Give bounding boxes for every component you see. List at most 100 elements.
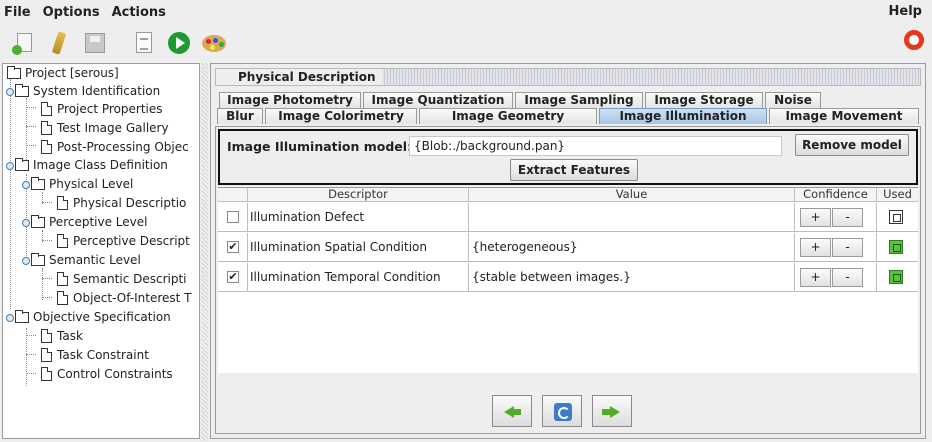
tab-image-geometry[interactable]: Image Geometry <box>419 108 597 124</box>
toolbar <box>0 24 932 62</box>
tab-image-sampling[interactable]: Image Sampling <box>515 92 643 108</box>
tree-item-physical-description[interactable]: Physical Descriptio <box>53 194 186 213</box>
tab-image-colorimetry[interactable]: Image Colorimetry <box>265 108 417 124</box>
document-icon <box>57 234 68 248</box>
row-checkbox[interactable]: ✔ <box>227 271 239 283</box>
menu-bar: File Options Actions Help <box>0 0 932 24</box>
row-checkbox[interactable]: ✔ <box>227 241 239 253</box>
tab-image-storage[interactable]: Image Storage <box>645 92 763 108</box>
confidence-plus-button[interactable]: + <box>800 238 831 257</box>
confidence-minus-button[interactable]: - <box>832 238 863 257</box>
menu-options[interactable]: Options <box>37 5 106 20</box>
row-checkbox[interactable] <box>227 211 239 223</box>
column-header-used[interactable]: Used <box>877 188 918 202</box>
folder-icon <box>15 310 29 323</box>
previous-button[interactable] <box>492 395 532 427</box>
tree-item-perceptive-level[interactable]: Perceptive Level <box>29 213 147 232</box>
value-cell[interactable]: {heterogeneous} <box>469 233 795 262</box>
project-tree: Project [serous] System Identification P… <box>2 63 200 439</box>
folder-icon <box>15 158 29 171</box>
run-icon[interactable] <box>166 30 192 56</box>
tab-image-illumination[interactable]: Image Illumination <box>599 108 767 124</box>
folder-icon <box>7 66 21 79</box>
panel-title: Physical Description <box>216 69 382 85</box>
report-icon[interactable] <box>131 30 157 56</box>
menu-file[interactable]: File <box>0 5 37 20</box>
tree-item-task-constraint[interactable]: Task Constraint <box>37 346 149 365</box>
document-icon <box>41 140 52 154</box>
tab-content: Image Illumination model: {Blob:./backgr… <box>215 126 921 434</box>
tab-image-movement[interactable]: Image Movement <box>769 108 919 124</box>
descriptor-cell: Illumination Temporal Condition <box>248 263 469 292</box>
lifebuoy-icon[interactable] <box>904 30 924 50</box>
new-document-icon[interactable] <box>12 30 38 56</box>
split-pane-divider[interactable] <box>201 63 208 441</box>
column-header-value[interactable]: Value <box>469 188 795 202</box>
value-cell[interactable] <box>469 203 795 232</box>
tree-item-task[interactable]: Task <box>37 327 83 346</box>
descriptor-cell: Illumination Spatial Condition <box>248 233 469 262</box>
used-indicator-icon[interactable] <box>889 240 903 254</box>
refresh-icon <box>554 403 572 421</box>
column-header-descriptor[interactable]: Descriptor <box>248 188 469 202</box>
unused-indicator-icon[interactable] <box>889 210 903 224</box>
next-button[interactable] <box>592 395 632 427</box>
menu-actions[interactable]: Actions <box>106 5 172 20</box>
tree-item-semantic-description[interactable]: Semantic Descripti <box>53 270 187 289</box>
illumination-model-box: Image Illumination model: {Blob:./backgr… <box>218 129 918 185</box>
panel-title-bar: Physical Description <box>215 68 921 86</box>
tree-item-physical-level[interactable]: Physical Level <box>29 175 133 194</box>
document-icon <box>41 121 52 135</box>
palette-icon[interactable] <box>201 30 227 56</box>
value-cell[interactable]: {stable between images.} <box>469 263 795 292</box>
tab-image-photometry[interactable]: Image Photometry <box>219 92 361 108</box>
column-header-check <box>218 188 248 202</box>
document-icon <box>41 102 52 116</box>
document-icon <box>41 348 52 362</box>
descriptor-table: Descriptor Value Confidence Used Illumin… <box>218 187 918 373</box>
extract-features-button[interactable]: Extract Features <box>510 159 638 181</box>
tree-item-test-image-gallery[interactable]: Test Image Gallery <box>37 119 169 138</box>
model-field[interactable]: {Blob:./background.pan} <box>409 136 782 156</box>
folder-icon <box>31 177 45 190</box>
arrow-right-icon <box>602 406 620 418</box>
tree-item-image-class-definition[interactable]: Image Class Definition <box>13 156 168 175</box>
tree-item-objective-specification[interactable]: Objective Specification <box>13 308 171 327</box>
tree-item-perceptive-description[interactable]: Perceptive Descript <box>53 232 190 251</box>
tab-noise[interactable]: Noise <box>765 92 821 108</box>
refresh-button[interactable] <box>542 395 582 427</box>
tree-item-control-constraints[interactable]: Control Constraints <box>37 365 173 384</box>
save-icon[interactable] <box>82 30 108 56</box>
document-icon <box>57 291 68 305</box>
tree-item-system-identification[interactable]: System Identification <box>13 82 160 101</box>
column-header-confidence[interactable]: Confidence <box>795 188 877 202</box>
tree-item-project[interactable]: Project [serous] <box>5 64 119 83</box>
tree-item-project-properties[interactable]: Project Properties <box>37 100 163 119</box>
document-icon <box>41 329 52 343</box>
document-icon <box>57 196 68 210</box>
brush-icon[interactable] <box>47 30 73 56</box>
folder-icon <box>31 215 45 228</box>
table-row: ✔ Illumination Spatial Condition {hetero… <box>218 233 918 262</box>
menu-help[interactable]: Help <box>883 4 928 19</box>
used-indicator-icon[interactable] <box>889 270 903 284</box>
model-label: Image Illumination model: <box>227 139 413 154</box>
descriptor-cell: Illumination Defect <box>248 203 469 232</box>
document-icon <box>57 272 68 286</box>
folder-icon <box>15 84 29 97</box>
arrow-left-icon <box>504 406 521 418</box>
navigation-bar <box>492 395 640 429</box>
confidence-plus-button[interactable]: + <box>800 208 831 227</box>
tab-blur[interactable]: Blur <box>217 108 263 124</box>
remove-model-button[interactable]: Remove model <box>795 134 909 156</box>
tree-item-semantic-level[interactable]: Semantic Level <box>29 251 141 270</box>
tree-item-object-of-interest[interactable]: Object-Of-Interest T <box>53 289 191 308</box>
confidence-minus-button[interactable]: - <box>832 268 863 287</box>
physical-description-panel: Physical Description Image Photometry Im… <box>210 63 926 439</box>
table-row: ✔ Illumination Temporal Condition {stabl… <box>218 263 918 292</box>
confidence-minus-button[interactable]: - <box>832 208 863 227</box>
folder-icon <box>31 253 45 266</box>
confidence-plus-button[interactable]: + <box>800 268 831 287</box>
tab-image-quantization[interactable]: Image Quantization <box>363 92 513 108</box>
tree-item-post-processing[interactable]: Post-Processing Objec <box>37 138 189 157</box>
